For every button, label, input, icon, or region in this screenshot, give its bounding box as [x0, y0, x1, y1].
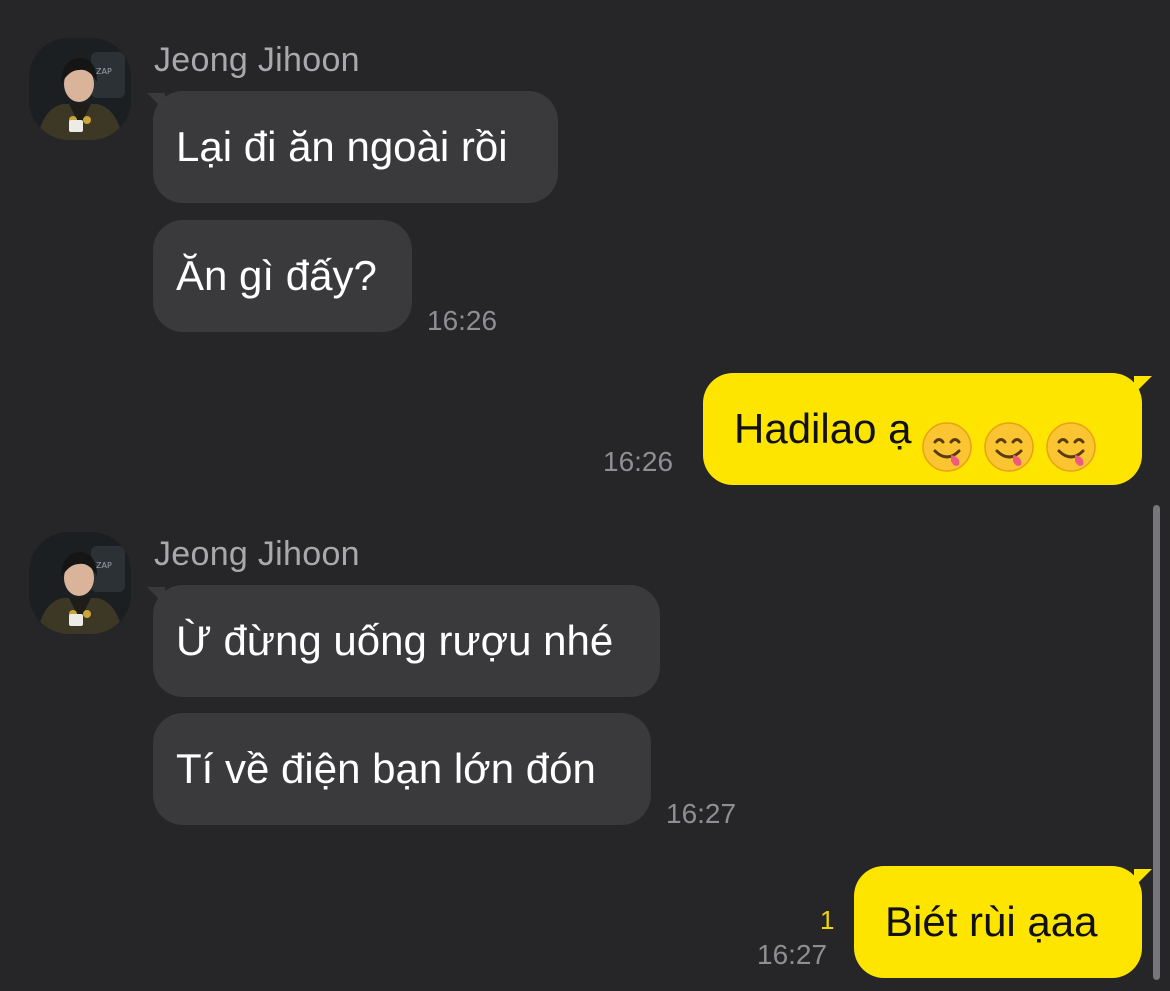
yum-face-emoji	[983, 403, 1035, 472]
outgoing-message[interactable]: Biét rùi ạaa	[854, 866, 1142, 978]
message-timestamp: 16:27	[666, 798, 737, 829]
message-timestamp: 16:27	[757, 939, 828, 970]
incoming-message[interactable]: Ăn gì đấy?	[153, 220, 412, 332]
bubble-tail	[1134, 869, 1152, 887]
incoming-message[interactable]: Ừ đừng uống rượu nhé	[153, 585, 660, 697]
svg-text:ZAP: ZAP	[96, 561, 112, 570]
bubble-tail	[1134, 376, 1152, 394]
sender-avatar[interactable]: ZAP	[29, 38, 131, 140]
yum-face-emoji	[1045, 403, 1097, 472]
yum-face-emoji	[921, 403, 973, 472]
unread-count: 1	[820, 905, 835, 935]
sender-name: Jeong Jihoon	[154, 535, 360, 573]
incoming-message[interactable]: Tí về điện bạn lớn đón	[153, 713, 651, 825]
avatar-photo: ZAP	[29, 38, 131, 140]
svg-text:ZAP: ZAP	[96, 67, 112, 76]
outgoing-message-text: Hadilao ạ	[734, 405, 912, 452]
outgoing-message[interactable]: Hadilao ạ	[703, 373, 1142, 485]
message-timestamp: 16:26	[603, 446, 674, 477]
sender-name: Jeong Jihoon	[154, 41, 360, 79]
incoming-message[interactable]: Lại đi ăn ngoài rồi	[153, 91, 558, 203]
sender-avatar[interactable]: ZAP	[29, 532, 131, 634]
scrollbar[interactable]	[1153, 505, 1160, 980]
message-timestamp: 16:26	[427, 305, 498, 336]
avatar-photo: ZAP	[29, 532, 131, 634]
